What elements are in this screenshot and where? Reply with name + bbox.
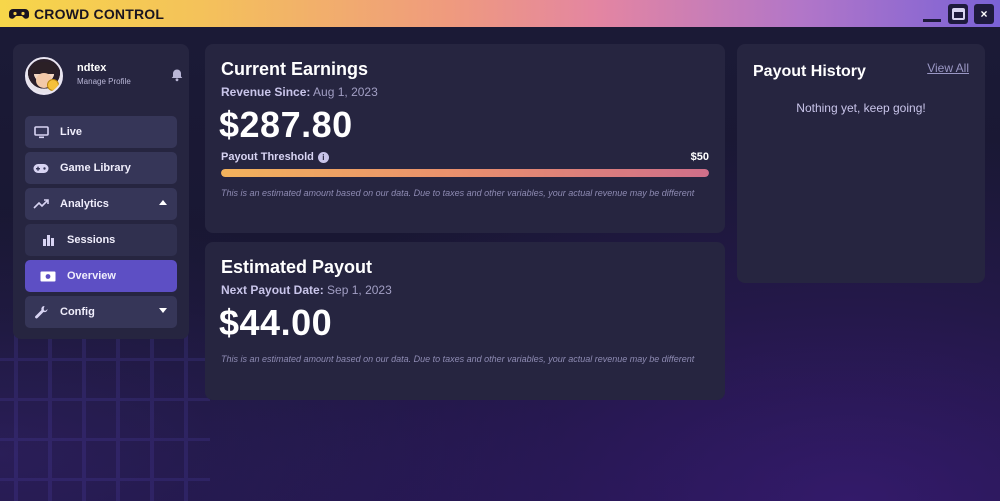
trend-icon	[33, 196, 49, 212]
card-title: Estimated Payout	[221, 257, 373, 277]
sidebar-item-label: Game Library	[60, 162, 131, 174]
profile-name: ndtex	[77, 62, 107, 74]
title-bar[interactable]: CROWD CONTROL ×	[0, 0, 1000, 27]
threshold-progress-bar	[221, 169, 709, 177]
info-icon[interactable]: i	[317, 151, 329, 163]
payout-amount: $44.00	[219, 302, 333, 343]
estimated-payout-card: Estimated Payout Next Payout Date: Sep 1…	[205, 242, 725, 400]
next-payout-date: Next Payout Date: Sep 1, 2023	[221, 283, 392, 297]
background-pattern	[0, 330, 210, 501]
sidebar-item-analytics[interactable]: Analytics	[25, 188, 177, 220]
money-icon	[40, 268, 56, 284]
bell-icon[interactable]	[170, 68, 184, 82]
chevron-down-icon	[159, 308, 167, 313]
gamepad-logo-icon	[9, 6, 29, 22]
earnings-amount: $287.80	[219, 104, 353, 145]
sidebar: ndtex Manage Profile Live Game Library A…	[13, 44, 189, 339]
close-button[interactable]: ×	[974, 4, 994, 24]
payout-history-card: Payout History View All Nothing yet, kee…	[737, 44, 985, 283]
sidebar-nav: Live Game Library Analytics Sessions Ove…	[25, 116, 177, 332]
gamepad-icon	[33, 160, 49, 176]
sidebar-item-sessions[interactable]: Sessions	[25, 224, 177, 256]
window-controls: ×	[922, 4, 994, 24]
sidebar-item-label: Config	[60, 306, 95, 318]
sidebar-item-config[interactable]: Config	[25, 296, 177, 328]
sidebar-item-live[interactable]: Live	[25, 116, 177, 148]
minimize-icon	[923, 18, 941, 22]
wrench-icon	[33, 304, 49, 320]
close-icon: ×	[980, 7, 988, 21]
minimize-button[interactable]	[922, 4, 942, 24]
sidebar-item-label: Live	[60, 126, 83, 138]
revenue-since: Revenue Since: Aug 1, 2023	[221, 85, 378, 99]
earnings-disclaimer: This is an estimated amount based on our…	[221, 188, 695, 198]
app-title: CROWD CONTROL	[34, 5, 165, 22]
avatar[interactable]	[25, 57, 63, 95]
card-title: Current Earnings	[221, 59, 369, 79]
sidebar-item-game-library[interactable]: Game Library	[25, 152, 177, 184]
bar-chart-icon	[40, 232, 56, 248]
chevron-up-icon	[159, 200, 167, 205]
next-payout-value: Sep 1, 2023	[327, 283, 392, 297]
revenue-since-value: Aug 1, 2023	[313, 85, 378, 99]
next-payout-label: Next Payout Date:	[221, 283, 324, 297]
card-title: Payout History	[753, 63, 866, 80]
revenue-since-label: Revenue Since:	[221, 85, 311, 99]
sidebar-item-label: Sessions	[67, 234, 116, 246]
payout-threshold: Payout Threshold i	[221, 151, 329, 163]
empty-state-text: Nothing yet, keep going!	[796, 101, 926, 115]
manage-profile-link[interactable]: Manage Profile	[77, 77, 131, 86]
maximize-icon	[951, 8, 965, 20]
monitor-icon	[33, 124, 49, 140]
payout-threshold-label: Payout Threshold	[221, 151, 314, 163]
sidebar-item-overview[interactable]: Overview	[25, 260, 177, 292]
sidebar-item-label: Overview	[67, 270, 116, 282]
maximize-button[interactable]	[948, 4, 968, 24]
threshold-progress-fill	[221, 169, 709, 177]
current-earnings-card: Current Earnings Revenue Since: Aug 1, 2…	[205, 44, 725, 233]
view-all-link[interactable]: View All	[927, 61, 969, 75]
profile-section[interactable]: ndtex Manage Profile	[25, 57, 183, 95]
payout-disclaimer: This is an estimated amount based on our…	[221, 354, 695, 364]
sidebar-item-label: Analytics	[60, 198, 109, 210]
threshold-max: $50	[690, 151, 709, 163]
